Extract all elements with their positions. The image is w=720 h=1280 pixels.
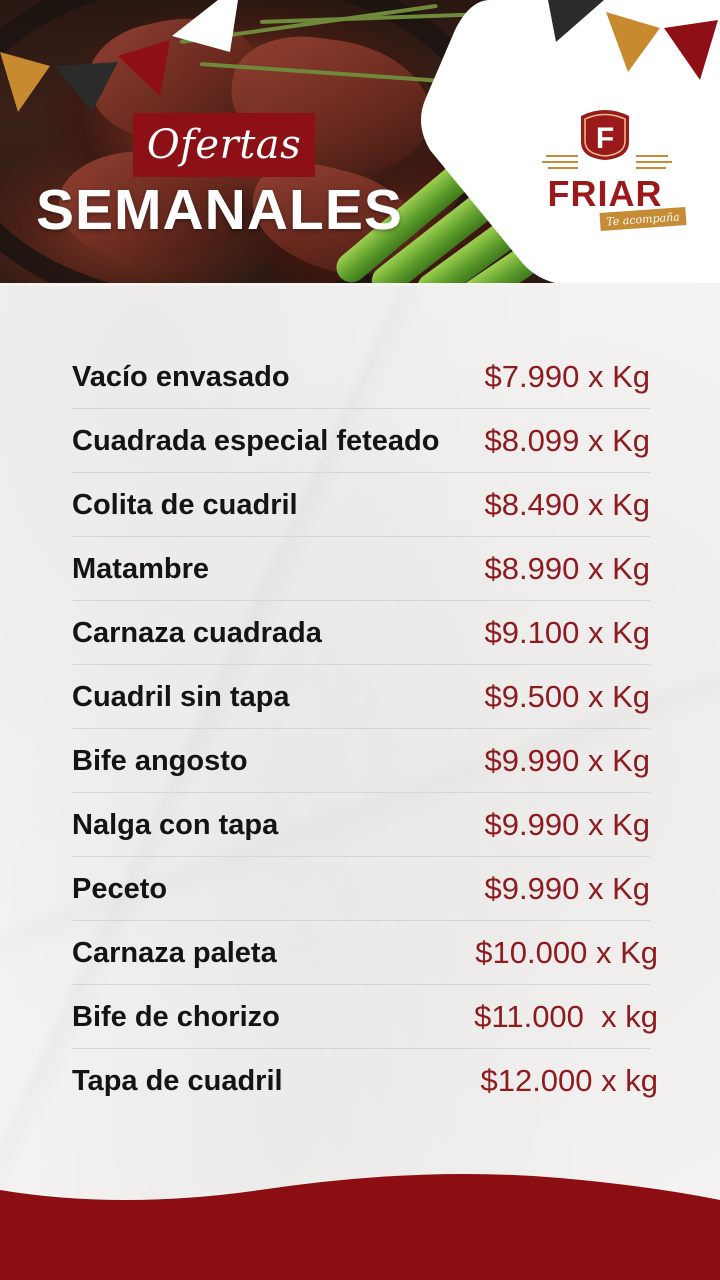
item-price: $12.000 x kg [480, 1063, 658, 1098]
price-list: Vacío envasado $7.990 x Kg Cuadrada espe… [72, 345, 658, 1113]
price-row: Carnaza cuadrada $9.100 x Kg [72, 601, 650, 665]
price-row: Peceto $9.990 x Kg [72, 857, 650, 921]
item-name: Vacío envasado [72, 361, 290, 393]
ofertas-label: Ofertas [146, 122, 302, 168]
semanales-title: SEMANALES [36, 178, 403, 242]
item-name: Bife de chorizo [72, 1001, 280, 1033]
item-name: Carnaza paleta [72, 937, 277, 969]
price-row: Matambre $8.990 x Kg [72, 537, 650, 601]
item-price: $8.490 x Kg [484, 487, 650, 522]
bottom-wave-band [0, 1174, 720, 1280]
hero-banner: Ofertas SEMANALES F FRIAR Te acompaña [0, 0, 720, 286]
item-price: $8.990 x Kg [484, 551, 650, 586]
logo-decor-lines [542, 155, 672, 169]
price-row: Bife angosto $9.990 x Kg [72, 729, 650, 793]
price-row: Cuadrada especial feteado $8.099 x Kg [72, 409, 650, 473]
item-name: Colita de cuadril [72, 489, 298, 521]
item-name: Carnaza cuadrada [72, 617, 322, 649]
item-name: Peceto [72, 873, 168, 905]
friar-logo: F FRIAR Te acompaña [530, 108, 690, 233]
item-name: Cuadrada especial feteado [72, 425, 440, 457]
item-price: $7.990 x Kg [484, 359, 650, 394]
item-name: Matambre [72, 553, 209, 585]
item-price: $9.100 x Kg [484, 615, 650, 650]
item-price: $11.000 x kg [474, 999, 658, 1034]
item-price: $8.099 x Kg [484, 423, 650, 458]
item-price: $9.990 x Kg [484, 807, 650, 842]
price-row: Cuadril sin tapa $9.500 x Kg [72, 665, 650, 729]
item-name: Tapa de cuadril [72, 1065, 283, 1097]
ofertas-badge: Ofertas [133, 113, 315, 177]
item-price: $9.500 x Kg [484, 679, 650, 714]
price-row: Bife de chorizo $11.000 x kg [72, 985, 658, 1049]
price-row: Nalga con tapa $9.990 x Kg [72, 793, 650, 857]
price-row: Colita de cuadril $8.490 x Kg [72, 473, 650, 537]
item-price: $10.000 x Kg [475, 935, 658, 970]
item-name: Cuadril sin tapa [72, 681, 290, 713]
price-row: Tapa de cuadril $12.000 x kg [72, 1049, 658, 1113]
price-row: Carnaza paleta $10.000 x Kg [72, 921, 658, 985]
item-name: Bife angosto [72, 745, 248, 777]
item-price: $9.990 x Kg [484, 743, 650, 778]
price-row: Vacío envasado $7.990 x Kg [72, 345, 650, 409]
item-name: Nalga con tapa [72, 809, 279, 841]
item-price: $9.990 x Kg [484, 871, 650, 906]
